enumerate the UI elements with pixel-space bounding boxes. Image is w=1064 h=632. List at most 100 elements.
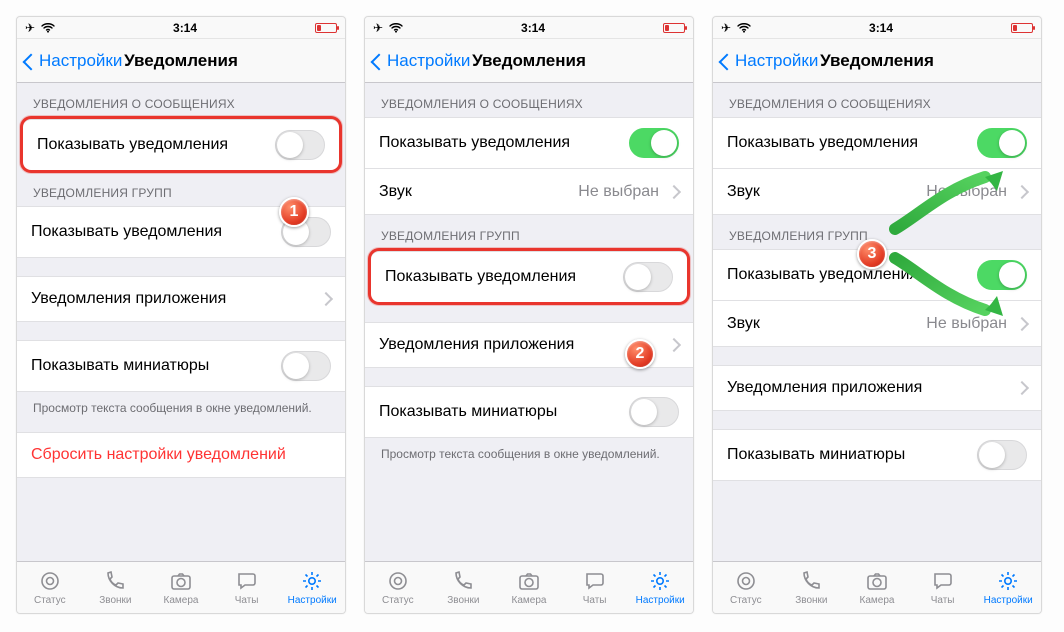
nav-bar: Настройки Уведомления <box>365 39 693 83</box>
gear-icon <box>996 569 1020 593</box>
status-time: 3:14 <box>521 21 545 35</box>
step-badge-1: 1 <box>279 197 309 227</box>
cell-app-notifications[interactable]: Уведомления приложения <box>17 276 345 322</box>
camera-icon <box>865 569 889 593</box>
tab-calls[interactable]: Звонки <box>779 562 845 613</box>
arrow-to-messages-toggle <box>889 165 1019 235</box>
tab-label: Звонки <box>795 595 827 606</box>
chats-icon <box>931 569 955 593</box>
cell-messages-show-notifications[interactable]: Показывать уведомления <box>713 117 1041 169</box>
cell-app-notifications[interactable]: Уведомления приложения <box>713 365 1041 411</box>
section-header-messages: УВЕДОМЛЕНИЯ О СООБЩЕНИЯХ <box>365 83 693 117</box>
wifi-icon <box>737 22 751 33</box>
cell-label: Показывать уведомления <box>379 134 629 152</box>
cell-label: Уведомления приложения <box>31 290 315 308</box>
cell-reset-settings[interactable]: Сбросить настройки уведомлений <box>17 432 345 478</box>
phone-icon <box>103 569 127 593</box>
cell-label: Показывать миниатюры <box>31 357 281 375</box>
cell-messages-sound[interactable]: Звук Не выбран <box>365 169 693 215</box>
battery-icon <box>1011 23 1033 33</box>
tab-calls[interactable]: Звонки <box>83 562 149 613</box>
cell-label: Показывать уведомления <box>37 136 275 154</box>
nav-bar: Настройки Уведомления <box>17 39 345 83</box>
toggle-messages-notifications[interactable] <box>629 128 679 158</box>
status-bar: ✈ 3:14 <box>17 17 345 39</box>
tab-label: Настройки <box>288 595 337 606</box>
tab-label: Чаты <box>235 595 259 606</box>
toggle-messages-notifications[interactable] <box>977 128 1027 158</box>
cell-label: Сбросить настройки уведомлений <box>31 446 331 464</box>
tab-chats[interactable]: Чаты <box>910 562 976 613</box>
tab-label: Настройки <box>636 595 685 606</box>
tab-label: Статус <box>34 595 66 606</box>
cell-label: Показывать миниатюры <box>727 446 977 464</box>
tab-settings[interactable]: Настройки <box>975 562 1041 613</box>
tab-camera[interactable]: Камера <box>844 562 910 613</box>
tab-status[interactable]: Статус <box>713 562 779 613</box>
chevron-left-icon <box>721 52 733 70</box>
status-bar: ✈ 3:14 <box>713 17 1041 39</box>
tab-bar: Статус Звонки Камера Чаты Настройки <box>713 561 1041 613</box>
airplane-mode-icon: ✈ <box>25 21 35 35</box>
tab-status[interactable]: Статус <box>365 562 431 613</box>
wifi-icon <box>389 22 403 33</box>
wifi-icon <box>41 22 55 33</box>
toggle-messages-notifications[interactable] <box>275 130 325 160</box>
battery-icon <box>315 23 337 33</box>
nav-back-label: Настройки <box>387 51 470 71</box>
section-header-groups: УВЕДОМЛЕНИЯ ГРУПП <box>365 215 693 249</box>
gear-icon <box>300 569 324 593</box>
tab-camera[interactable]: Камера <box>496 562 562 613</box>
tab-label: Чаты <box>583 595 607 606</box>
cell-show-thumbnails[interactable]: Показывать миниатюры <box>713 429 1041 481</box>
tab-label: Звонки <box>447 595 479 606</box>
phone-icon <box>451 569 475 593</box>
cell-show-thumbnails[interactable]: Показывать миниатюры <box>365 386 693 438</box>
cell-label: Уведомления приложения <box>379 336 663 354</box>
tab-label: Чаты <box>931 595 955 606</box>
status-time: 3:14 <box>869 21 893 35</box>
cell-label: Показывать уведомления <box>385 268 623 286</box>
chats-icon <box>583 569 607 593</box>
tab-settings[interactable]: Настройки <box>627 562 693 613</box>
cell-value: Не выбран <box>578 183 659 201</box>
chevron-left-icon <box>25 52 37 70</box>
phone-icon <box>799 569 823 593</box>
step-badge-2: 2 <box>625 339 655 369</box>
nav-back-button[interactable]: Настройки <box>373 51 470 71</box>
tab-chats[interactable]: Чаты <box>214 562 280 613</box>
toggle-thumbnails[interactable] <box>629 397 679 427</box>
airplane-mode-icon: ✈ <box>373 21 383 35</box>
camera-icon <box>169 569 193 593</box>
tab-settings[interactable]: Настройки <box>279 562 345 613</box>
cell-groups-show-notifications[interactable]: Показывать уведомления <box>371 251 687 302</box>
cell-label: Показывать уведомления <box>727 134 977 152</box>
phone-screen-2: ✈ 3:14 Настройки Уведомления УВЕДОМЛЕНИЯ… <box>364 16 694 614</box>
tab-camera[interactable]: Камера <box>148 562 214 613</box>
cell-messages-show-notifications[interactable]: Показывать уведомления <box>365 117 693 169</box>
toggle-thumbnails[interactable] <box>977 440 1027 470</box>
nav-bar: Настройки Уведомления <box>713 39 1041 83</box>
tab-label: Камера <box>512 595 547 606</box>
tab-chats[interactable]: Чаты <box>562 562 628 613</box>
nav-back-label: Настройки <box>735 51 818 71</box>
cell-show-thumbnails[interactable]: Показывать миниатюры <box>17 340 345 392</box>
status-icon <box>38 569 62 593</box>
cell-label: Звук <box>379 183 578 201</box>
tab-bar: Статус Звонки Камера Чаты Настройки <box>365 561 693 613</box>
cell-messages-show-notifications[interactable]: Показывать уведомления <box>23 119 339 170</box>
tab-status[interactable]: Статус <box>17 562 83 613</box>
tab-calls[interactable]: Звонки <box>431 562 497 613</box>
step-badge-3: 3 <box>857 239 887 269</box>
tab-label: Статус <box>730 595 762 606</box>
status-icon <box>386 569 410 593</box>
nav-back-button[interactable]: Настройки <box>721 51 818 71</box>
tab-label: Камера <box>164 595 199 606</box>
nav-back-button[interactable]: Настройки <box>25 51 122 71</box>
toggle-thumbnails[interactable] <box>281 351 331 381</box>
phone-screen-3: ✈ 3:14 Настройки Уведомления УВЕДОМЛЕНИЯ… <box>712 16 1042 614</box>
chats-icon <box>235 569 259 593</box>
airplane-mode-icon: ✈ <box>721 21 731 35</box>
toggle-groups-notifications[interactable] <box>623 262 673 292</box>
thumbnails-footnote: Просмотр текста сообщения в окне уведомл… <box>17 392 345 432</box>
